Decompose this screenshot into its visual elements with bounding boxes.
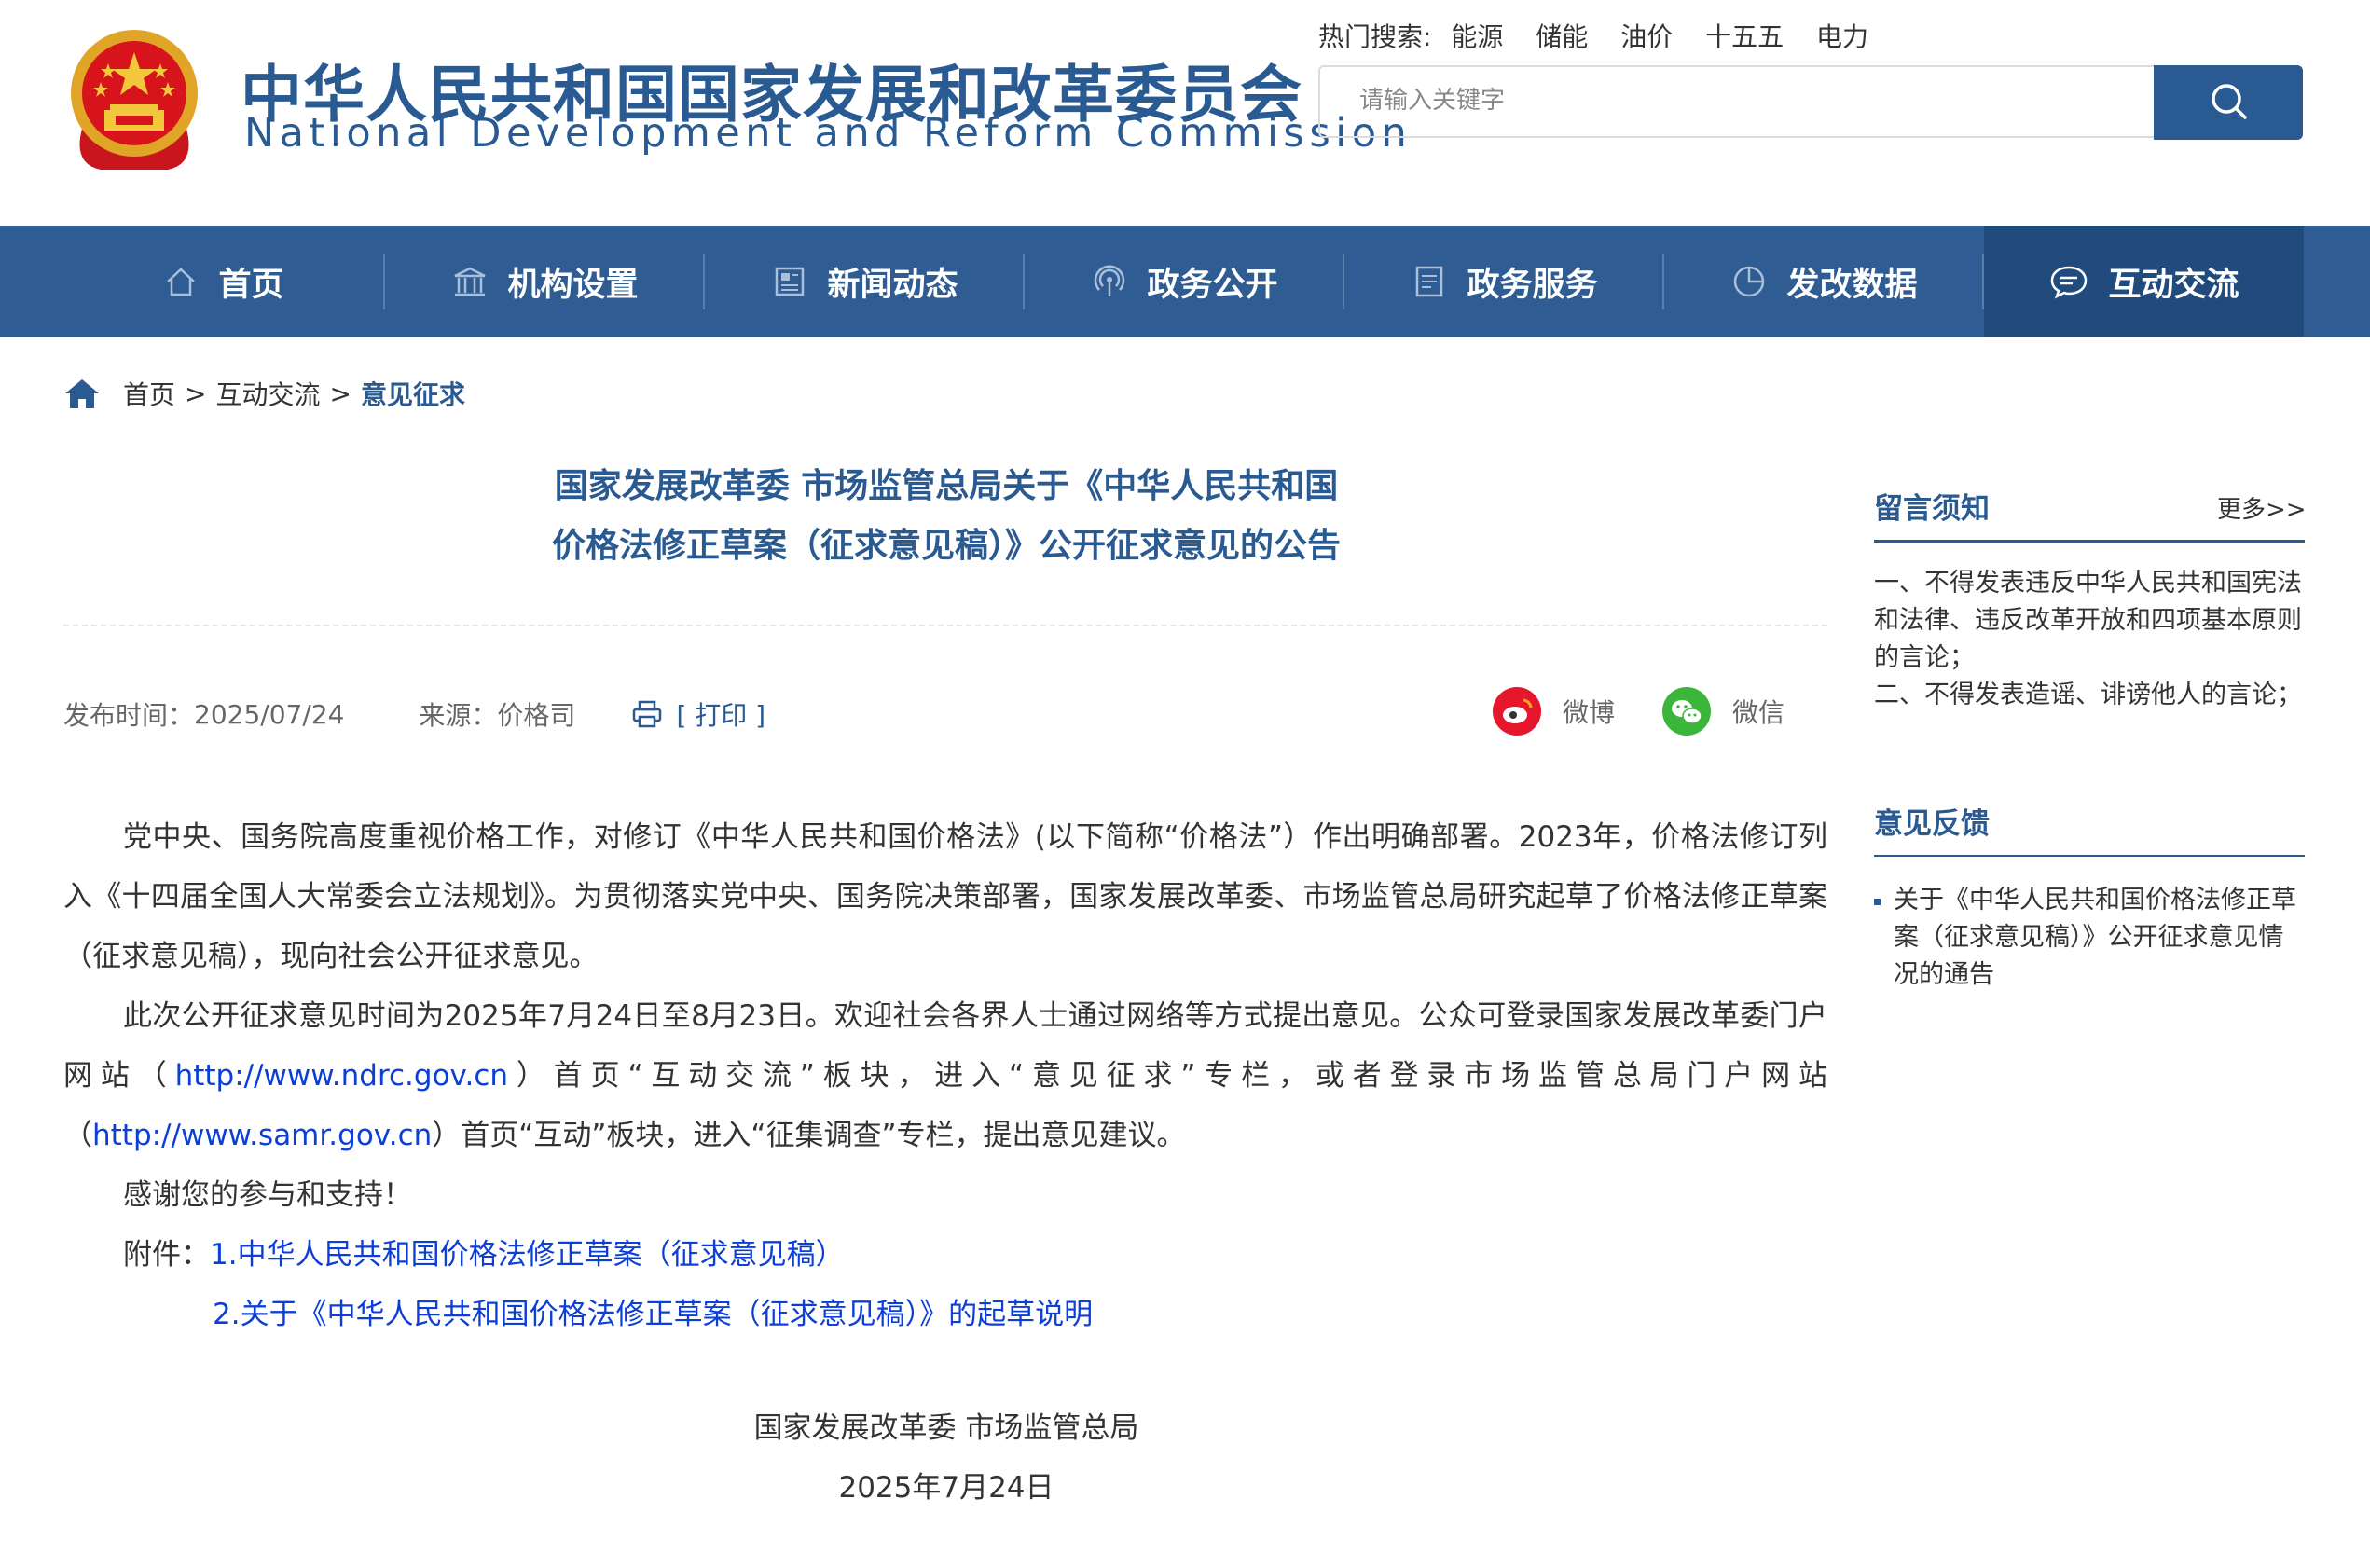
breadcrumb-interaction[interactable]: 互动交流	[215, 375, 320, 412]
nav-item-interaction[interactable]: 互动交流	[1984, 226, 2304, 337]
printer-icon	[631, 699, 663, 729]
publish-label: 发布时间：	[63, 700, 195, 731]
share-bar: 微博 微信	[1492, 686, 1784, 736]
breadcrumb-separator: >	[329, 378, 351, 409]
hot-keyword[interactable]: 十五五	[1705, 21, 1784, 52]
hot-search-label: 热门搜索:	[1318, 21, 1432, 52]
paragraph: 此次公开征求意见时间为2025年7月24日至8月23日。欢迎社会各界人士通过网络…	[63, 986, 1827, 1165]
hot-search: 热门搜索: 能源 储能 油价 十五五 电力	[1318, 17, 1893, 54]
attachment-link-2[interactable]: 2.关于《中华人民共和国价格法修正草案（征求意见稿）》的起草说明	[213, 1298, 1093, 1331]
signature-org: 国家发展改革委 市场监管总局	[753, 1411, 1139, 1445]
hot-keyword[interactable]: 电力	[1816, 21, 1868, 52]
paragraph: 党中央、国务院高度重视价格工作，对修订《中华人民共和国价格法》(以下简称“价格法…	[63, 820, 1827, 973]
article-body: 党中央、国务院高度重视价格工作，对修订《中华人民共和国价格法》(以下简称“价格法…	[63, 807, 1827, 1344]
share-wechat-label[interactable]: 微信	[1732, 693, 1784, 730]
article-meta: 发布时间： 2025/07/24 来源： 价格司 [ 打印 ]	[63, 695, 765, 733]
title-divider	[63, 625, 1827, 626]
breadcrumb-current[interactable]: 意见征求	[361, 375, 465, 412]
document-icon	[1411, 263, 1448, 300]
search-input[interactable]	[1357, 67, 2144, 134]
weibo-icon[interactable]	[1492, 686, 1542, 736]
national-emblem-icon[interactable]	[63, 24, 205, 177]
nav-label: 首页	[218, 266, 284, 304]
nav-item-organization[interactable]: 机构设置	[385, 226, 705, 337]
article-title-line1: 国家发展改革委 市场监管总局关于《中华人民共和国	[554, 467, 1339, 505]
chat-icon	[2048, 263, 2089, 300]
nav-label: 互动交流	[2108, 266, 2239, 304]
paragraph: 感谢您的参与和支持！	[123, 1178, 412, 1212]
source-value: 价格司	[497, 700, 576, 731]
nav-item-public-affairs[interactable]: 政务公开	[1025, 226, 1344, 337]
search-box	[1318, 65, 2156, 138]
notice-content: 一、不得发表违反中华人民共和国宪法和法律、违反改革开放和四项基本原则的言论； 二…	[1874, 565, 2305, 714]
feedback-link[interactable]: 关于《中华人民共和国价格法修正草案（征求意见稿）》公开征求意见情况的通告	[1894, 882, 2305, 994]
more-link[interactable]: 更多>>	[2217, 490, 2307, 525]
nav-label: 政务服务	[1467, 266, 1598, 304]
attachment-label: 附件：	[123, 1238, 210, 1272]
attachment-line: 附件：1.中华人民共和国价格法修正草案（征求意见稿）	[63, 1225, 1827, 1285]
notice-item: 一、不得发表违反中华人民共和国宪法和法律、违反改革开放和四项基本原则的言论；	[1874, 569, 2302, 672]
hot-keyword[interactable]: 储能	[1536, 21, 1588, 52]
pie-chart-icon	[1730, 263, 1768, 300]
nav-label: 机构设置	[507, 266, 639, 304]
source-label: 来源：	[419, 700, 498, 731]
attachment-link-1[interactable]: 1.中华人民共和国价格法修正草案（征求意见稿）	[210, 1238, 845, 1272]
search-icon	[2208, 80, 2249, 125]
wechat-icon[interactable]	[1661, 686, 1712, 736]
notice-item: 二、不得发表造谣、诽谤他人的言论；	[1874, 681, 2302, 709]
print-button[interactable]: [ 打印 ]	[631, 695, 765, 733]
nav-label: 发改数据	[1786, 266, 1918, 304]
breadcrumb-separator: >	[185, 378, 207, 409]
nav-item-services[interactable]: 政务服务	[1344, 226, 1664, 337]
hot-keyword[interactable]: 能源	[1451, 21, 1503, 52]
nav-label: 政务公开	[1147, 266, 1278, 304]
attachment-line: 2.关于《中华人民共和国价格法修正草案（征求意见稿）》的起草说明	[63, 1285, 1827, 1344]
search-button[interactable]	[2154, 65, 2303, 140]
feedback-list: 关于《中华人民共和国价格法修正草案（征求意见稿）》公开征求意见情况的通告	[1874, 882, 2305, 994]
home-icon	[162, 263, 200, 300]
bullet-icon	[1874, 899, 1881, 905]
publish-date: 2025/07/24	[194, 698, 345, 730]
main-nav: 首页 机构设置 新闻动态 政务公开 政务服务 发改数据 互动交流	[0, 226, 2370, 337]
feedback-title: 意见反馈	[1874, 800, 2305, 857]
hot-keyword[interactable]: 油价	[1620, 21, 1673, 52]
nav-label: 新闻动态	[827, 266, 958, 304]
building-icon	[451, 263, 489, 300]
news-icon	[771, 263, 808, 300]
broadcast-icon	[1091, 263, 1128, 300]
article-title-line2: 价格法修正草案（征求意见稿）》公开征求意见的公告	[551, 527, 1341, 565]
home-icon[interactable]	[63, 377, 101, 410]
nav-item-news[interactable]: 新闻动态	[705, 226, 1025, 337]
print-label: [ 打印 ]	[676, 700, 766, 731]
site-title-en: National Development and Reform Commissi…	[244, 110, 1412, 157]
ndrc-link[interactable]: http://www.ndrc.gov.cn	[175, 1059, 508, 1093]
breadcrumb: 首页 > 互动交流 > 意见征求	[63, 375, 465, 412]
signature-date: 2025年7月24日	[838, 1471, 1054, 1505]
nav-item-data[interactable]: 发改数据	[1664, 226, 1984, 337]
share-weibo-label[interactable]: 微博	[1563, 693, 1615, 730]
breadcrumb-home[interactable]: 首页	[123, 375, 175, 412]
paragraph-text: ）首页“互动”板块，进入“征集调查”专栏，提出意见建议。	[432, 1119, 1186, 1152]
nav-item-home[interactable]: 首页	[63, 226, 383, 337]
samr-link[interactable]: http://www.samr.gov.cn	[92, 1119, 432, 1152]
